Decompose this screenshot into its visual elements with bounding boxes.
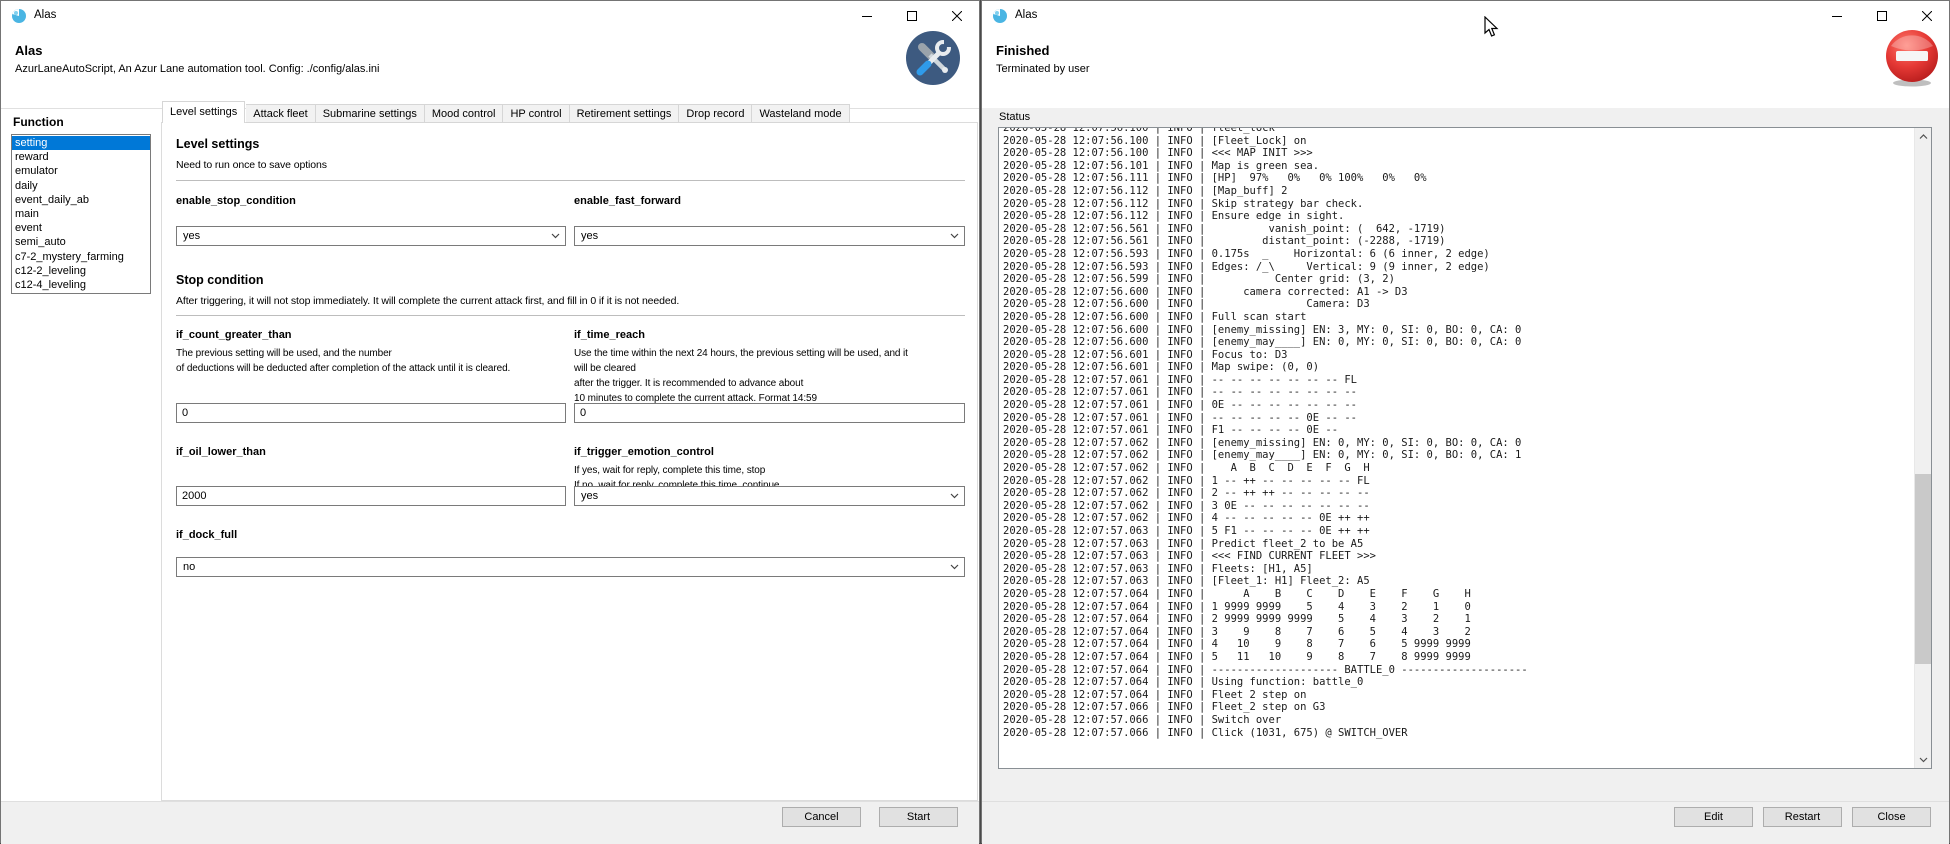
restart-button[interactable]: Restart: [1763, 807, 1842, 827]
function-label: Function: [13, 115, 64, 129]
status-log[interactable]: 2020-05-28 12:07:56.100 | INFO | fleet_l…: [1003, 127, 1528, 739]
select-value: yes: [183, 230, 200, 242]
window-title: Alas: [1015, 9, 1037, 21]
tab-attack-fleet[interactable]: Attack fleet: [246, 104, 315, 123]
window-controls-right: [1814, 1, 1949, 31]
log-scrollbar[interactable]: [1914, 128, 1931, 768]
sidebar-item-emulator[interactable]: emulator: [12, 164, 150, 178]
window-title: Alas: [34, 9, 56, 21]
tab-hp-control[interactable]: HP control: [503, 104, 569, 123]
section-title-stop-condition: Stop condition: [176, 273, 263, 287]
close-button[interactable]: [934, 1, 979, 30]
minimize-icon: [862, 11, 872, 21]
tab-retirement-settings[interactable]: Retirement settings: [570, 104, 680, 123]
alas-run-window: Alas Finished Terminated by user Status …: [981, 0, 1950, 843]
titlebar-right[interactable]: Alas: [982, 1, 1949, 31]
close-run-button[interactable]: Close: [1852, 807, 1931, 827]
scroll-up-button[interactable]: [1915, 128, 1932, 145]
alas-config-window: Alas Alas AzurLaneAutoScript, An Azur La…: [0, 0, 980, 843]
sidebar-item-daily[interactable]: daily: [12, 179, 150, 193]
chevron-down-icon: [950, 233, 959, 239]
label-if-oil-lower-than: if_oil_lower_than: [176, 446, 266, 458]
sidebar-item-c7-2_mystery_farming[interactable]: c7-2_mystery_farming: [12, 250, 150, 264]
tab-drop-record[interactable]: Drop record: [679, 104, 752, 123]
label-if-trigger-emotion-control: if_trigger_emotion_control: [574, 446, 714, 458]
alas-logo-icon: [11, 8, 27, 24]
close-button[interactable]: [1904, 1, 1949, 30]
maximize-icon: [907, 11, 917, 21]
page-title: Alas: [15, 43, 42, 58]
run-status-title: Finished: [996, 43, 1049, 58]
section-title-level-settings: Level settings: [176, 137, 259, 151]
mouse-cursor: [1484, 16, 1499, 43]
tab-level-settings[interactable]: Level settings: [162, 101, 245, 123]
minimize-icon: [1832, 11, 1842, 21]
status-panel: Status 2020-05-28 12:07:56.100 | INFO | …: [982, 108, 1949, 801]
desc-if-time-reach: Use the time within the next 24 hours, t…: [574, 346, 969, 406]
sidebar-item-event[interactable]: event: [12, 221, 150, 235]
chevron-down-icon: [551, 233, 560, 239]
select-value: yes: [581, 490, 598, 502]
section-subtitle-stop-condition: After triggering, it will not stop immed…: [176, 295, 956, 307]
cancel-button[interactable]: Cancel: [782, 807, 861, 827]
sidebar-item-event_daily_ab[interactable]: event_daily_ab: [12, 193, 150, 207]
divider: [176, 180, 965, 181]
sidebar-item-reward[interactable]: reward: [12, 150, 150, 164]
if-trigger-emotion-control-select[interactable]: yes: [574, 486, 965, 506]
if-dock-full-select[interactable]: no: [176, 557, 965, 577]
minimize-button[interactable]: [1814, 1, 1859, 30]
section-subtitle-level-settings: Need to run once to save options: [176, 159, 327, 171]
if-count-greater-than-input[interactable]: [176, 403, 566, 423]
page-subtitle: AzurLaneAutoScript, An Azur Lane automat…: [15, 63, 379, 75]
chevron-down-icon: [1919, 757, 1928, 763]
minimize-button[interactable]: [844, 1, 889, 30]
alas-logo-icon: [992, 8, 1008, 24]
start-button[interactable]: Start: [879, 807, 958, 827]
sidebar-item-main[interactable]: main: [12, 207, 150, 221]
enable-stop-condition-select[interactable]: yes: [176, 226, 566, 246]
sidebar-item-c12-2_leveling[interactable]: c12-2_leveling: [12, 264, 150, 278]
tools-icon: [904, 29, 962, 87]
divider: [176, 315, 965, 316]
maximize-button[interactable]: [889, 1, 934, 30]
tab-bar: Level settingsAttack fleetSubmarine sett…: [162, 101, 850, 123]
status-log-box[interactable]: 2020-05-28 12:07:56.100 | INFO | fleet_l…: [998, 127, 1932, 769]
select-value: no: [183, 561, 195, 573]
level-settings-panel: Level settings Need to run once to save …: [161, 122, 978, 801]
maximize-button[interactable]: [1859, 1, 1904, 30]
close-icon: [952, 11, 962, 21]
function-listbox[interactable]: settingrewardemulatordailyevent_daily_ab…: [11, 134, 151, 294]
label-if-dock-full: if_dock_full: [176, 529, 237, 541]
sidebar-item-setting[interactable]: setting: [12, 136, 150, 150]
label-if-count-greater-than: if_count_greater_than: [176, 329, 292, 341]
if-time-reach-input[interactable]: [574, 403, 965, 423]
window-controls-left: [844, 1, 979, 31]
status-label: Status: [999, 111, 1030, 123]
stop-sign-icon: [1883, 29, 1941, 87]
chevron-up-icon: [1919, 134, 1928, 140]
sidebar-item-c12-4_leveling[interactable]: c12-4_leveling: [12, 278, 150, 292]
titlebar-left[interactable]: Alas: [1, 1, 979, 31]
enable-fast-forward-select[interactable]: yes: [574, 226, 965, 246]
label-enable-stop-condition: enable_stop_condition: [176, 195, 296, 207]
label-if-time-reach: if_time_reach: [574, 329, 645, 341]
label-enable-fast-forward: enable_fast_forward: [574, 195, 681, 207]
maximize-icon: [1877, 11, 1887, 21]
edit-button[interactable]: Edit: [1674, 807, 1753, 827]
chevron-down-icon: [950, 564, 959, 570]
select-value: yes: [581, 230, 598, 242]
close-icon: [1922, 11, 1932, 21]
scrollbar-thumb[interactable]: [1915, 474, 1932, 664]
run-status-subtitle: Terminated by user: [996, 63, 1090, 75]
if-oil-lower-than-input[interactable]: [176, 486, 566, 506]
desc-if-count-greater-than: The previous setting will be used, and t…: [176, 346, 571, 376]
tab-wasteland-mode[interactable]: Wasteland mode: [752, 104, 849, 123]
scroll-down-button[interactable]: [1915, 751, 1932, 768]
tab-submarine-settings[interactable]: Submarine settings: [316, 104, 425, 123]
sidebar-item-semi_auto[interactable]: semi_auto: [12, 235, 150, 249]
tab-mood-control[interactable]: Mood control: [425, 104, 504, 123]
chevron-down-icon: [950, 493, 959, 499]
